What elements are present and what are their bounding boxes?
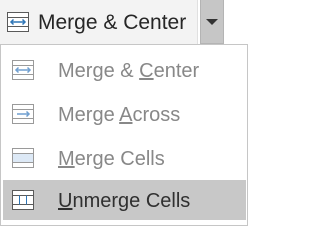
menu-item-merge-cells[interactable]: Merge Cells <box>3 138 246 178</box>
merge-cells-icon <box>11 146 35 170</box>
merge-dropdown-button[interactable] <box>200 0 224 44</box>
merge-center-button[interactable]: Merge & Center <box>0 0 198 44</box>
menu-item-label: Unmerge Cells <box>58 190 191 212</box>
chevron-down-icon <box>206 19 218 25</box>
menu-item-label: Merge Cells <box>58 148 165 170</box>
menu-item-label: Merge Across <box>58 104 181 126</box>
menu-item-merge-across[interactable]: Merge Across <box>3 94 246 134</box>
menu-item-merge-center[interactable]: Merge & Center <box>3 50 246 90</box>
ribbon-row: Merge & Center <box>0 0 250 44</box>
menu-item-label: Merge & Center <box>58 60 200 82</box>
merge-center-icon <box>11 58 35 82</box>
merge-across-icon <box>11 102 35 126</box>
merge-center-label: Merge & Center <box>38 11 187 34</box>
menu-item-unmerge-cells[interactable]: Unmerge Cells <box>3 180 246 220</box>
merge-menu: Merge & Center Merge Across Merge Cells <box>0 44 248 226</box>
merge-center-icon <box>6 10 30 34</box>
unmerge-cells-icon <box>11 188 35 212</box>
